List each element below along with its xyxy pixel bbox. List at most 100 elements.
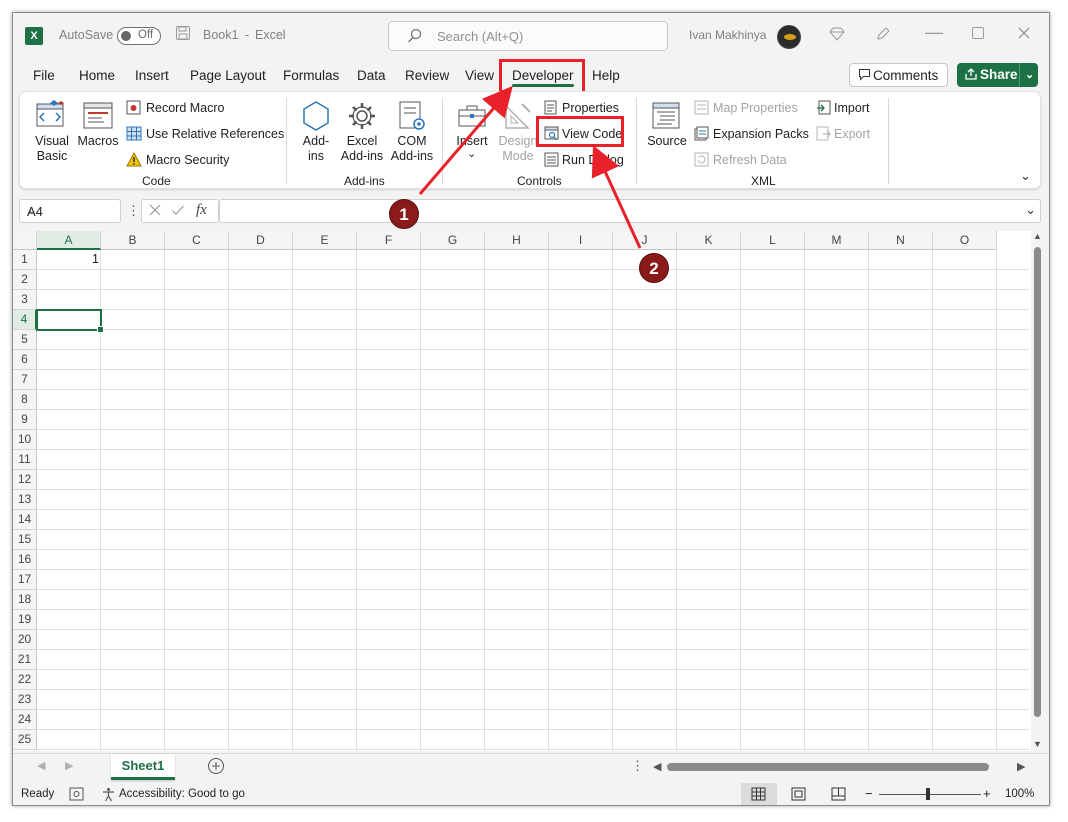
ribbon-collapse-chevron[interactable]: ⌄ xyxy=(1020,168,1031,184)
share-dropdown-chevron[interactable]: ⌄ xyxy=(1019,63,1034,87)
properties-icon[interactable] xyxy=(544,100,558,115)
cancel-icon[interactable] xyxy=(148,203,162,220)
column-header[interactable]: A xyxy=(37,231,101,250)
relative-references-label[interactable]: Use Relative References xyxy=(146,127,284,141)
row-header[interactable]: 9 xyxy=(13,410,37,430)
xml-source-icon[interactable] xyxy=(650,100,682,132)
column-header[interactable]: H xyxy=(485,231,549,250)
row-header[interactable]: 12 xyxy=(13,470,37,490)
normal-view-button[interactable] xyxy=(741,783,777,805)
more-options-icon[interactable]: ⋮ xyxy=(127,203,140,219)
diamond-icon[interactable] xyxy=(829,26,845,46)
row-header[interactable]: 17 xyxy=(13,570,37,590)
row-header[interactable]: 2 xyxy=(13,270,37,290)
row-header[interactable]: 5 xyxy=(13,330,37,350)
tab-formulas[interactable]: Formulas xyxy=(283,68,339,83)
formula-input[interactable]: ⌄ xyxy=(219,199,1041,223)
tab-view[interactable]: View xyxy=(465,68,494,83)
more-sheets-icon[interactable]: ⋮ xyxy=(631,758,644,774)
zoom-out-icon[interactable]: − xyxy=(865,786,873,801)
macro-recording-icon[interactable] xyxy=(69,787,84,804)
minimize-icon[interactable]: — xyxy=(925,22,943,43)
zoom-in-icon[interactable]: + xyxy=(983,786,991,801)
row-header[interactable]: 14 xyxy=(13,510,37,530)
row-header[interactable]: 7 xyxy=(13,370,37,390)
pen-icon[interactable] xyxy=(875,26,891,46)
column-header[interactable]: K xyxy=(677,231,741,250)
add-sheet-icon[interactable] xyxy=(207,757,225,780)
import-label[interactable]: Import xyxy=(834,101,869,115)
run-dialog-label[interactable]: Run Dialog xyxy=(562,153,624,167)
tab-help[interactable]: Help xyxy=(592,68,620,83)
horizontal-scrollbar[interactable]: ◀ ▶ xyxy=(653,760,1029,774)
gear-icon[interactable] xyxy=(346,100,378,132)
column-header[interactable]: C xyxy=(165,231,229,250)
row-header[interactable]: 19 xyxy=(13,610,37,630)
scroll-right-arrow-icon[interactable]: ▶ xyxy=(1017,760,1025,773)
active-cell-a4[interactable] xyxy=(36,309,104,333)
macros-icon[interactable] xyxy=(82,100,114,132)
enter-check-icon[interactable] xyxy=(171,203,185,220)
search-box[interactable]: Search (Alt+Q) xyxy=(388,21,668,51)
maximize-icon[interactable] xyxy=(971,26,985,44)
macro-security-label[interactable]: Macro Security xyxy=(146,153,229,167)
row-header[interactable]: 11 xyxy=(13,450,37,470)
horizontal-scroll-thumb[interactable] xyxy=(667,763,989,771)
vertical-scrollbar[interactable]: ▲ ▼ xyxy=(1031,231,1043,751)
accessibility-status[interactable]: Accessibility: Good to go xyxy=(119,788,245,800)
column-header[interactable]: F xyxy=(357,231,421,250)
row-header[interactable]: 8 xyxy=(13,390,37,410)
worksheet-grid[interactable]: ABCDEFGHIJKLMNO 1 2 3 4 5 6 7 8 9 10 11 12 13 14 15 16 1… xyxy=(13,231,1043,751)
tab-page-layout[interactable]: Page Layout xyxy=(190,68,266,83)
accessibility-icon[interactable] xyxy=(101,787,116,805)
record-macro-icon[interactable] xyxy=(126,100,141,115)
row-header[interactable]: 10 xyxy=(13,430,37,450)
expand-formula-bar-chevron[interactable]: ⌄ xyxy=(1025,202,1036,218)
avatar[interactable] xyxy=(777,25,801,49)
column-header[interactable]: G xyxy=(421,231,485,250)
scroll-down-arrow-icon[interactable]: ▼ xyxy=(1033,739,1042,749)
zoom-slider-thumb[interactable] xyxy=(926,788,930,800)
expansion-packs-label[interactable]: Expansion Packs xyxy=(713,127,809,141)
sheet-tab-sheet1[interactable]: Sheet1 xyxy=(111,754,175,780)
column-header[interactable]: I xyxy=(549,231,613,250)
scroll-up-arrow-icon[interactable]: ▲ xyxy=(1033,231,1042,241)
properties-label[interactable]: Properties xyxy=(562,101,619,115)
record-macro-label[interactable]: Record Macro xyxy=(146,101,225,115)
visual-basic-icon[interactable] xyxy=(34,98,66,130)
row-header[interactable]: 1 xyxy=(13,250,37,270)
com-add-ins-icon[interactable] xyxy=(396,100,428,132)
insert-dropdown-chevron[interactable]: ⌄ xyxy=(467,147,476,160)
visual-basic-label[interactable]: Visual Basic xyxy=(32,134,72,164)
autosave-toggle[interactable]: Off xyxy=(117,27,161,45)
prev-sheet-icon[interactable]: ◀ xyxy=(37,759,45,772)
column-header[interactable]: B xyxy=(101,231,165,250)
row-header[interactable]: 15 xyxy=(13,530,37,550)
name-box[interactable]: A4 ⌄ xyxy=(19,199,121,223)
scroll-left-arrow-icon[interactable]: ◀ xyxy=(653,760,661,773)
next-sheet-icon[interactable]: ▶ xyxy=(65,759,73,772)
row-header[interactable]: 22 xyxy=(13,670,37,690)
tab-review[interactable]: Review xyxy=(405,68,449,83)
import-icon[interactable] xyxy=(816,100,831,115)
save-icon[interactable] xyxy=(175,25,191,45)
vertical-scroll-thumb[interactable] xyxy=(1034,247,1041,717)
excel-add-ins-label[interactable]: Excel Add-ins xyxy=(338,134,386,164)
insert-function-icon[interactable]: fx xyxy=(196,202,207,219)
cell-a1[interactable]: 1 xyxy=(37,252,99,266)
warning-icon[interactable] xyxy=(126,151,142,167)
page-layout-view-icon[interactable] xyxy=(791,787,806,804)
close-icon[interactable] xyxy=(1017,26,1031,44)
select-all-corner[interactable] xyxy=(13,231,37,250)
tab-home[interactable]: Home xyxy=(79,68,115,83)
zoom-level[interactable]: 100% xyxy=(1005,788,1034,800)
name-box-chevron[interactable]: ⌄ xyxy=(27,203,114,217)
com-add-ins-label[interactable]: COM Add-ins xyxy=(388,134,436,164)
row-header[interactable]: 13 xyxy=(13,490,37,510)
row-header[interactable]: 16 xyxy=(13,550,37,570)
expansion-packs-icon[interactable] xyxy=(694,126,709,141)
row-header[interactable]: 24 xyxy=(13,710,37,730)
row-header[interactable]: 20 xyxy=(13,630,37,650)
comments-button[interactable]: Comments xyxy=(849,63,948,87)
column-header[interactable]: M xyxy=(805,231,869,250)
